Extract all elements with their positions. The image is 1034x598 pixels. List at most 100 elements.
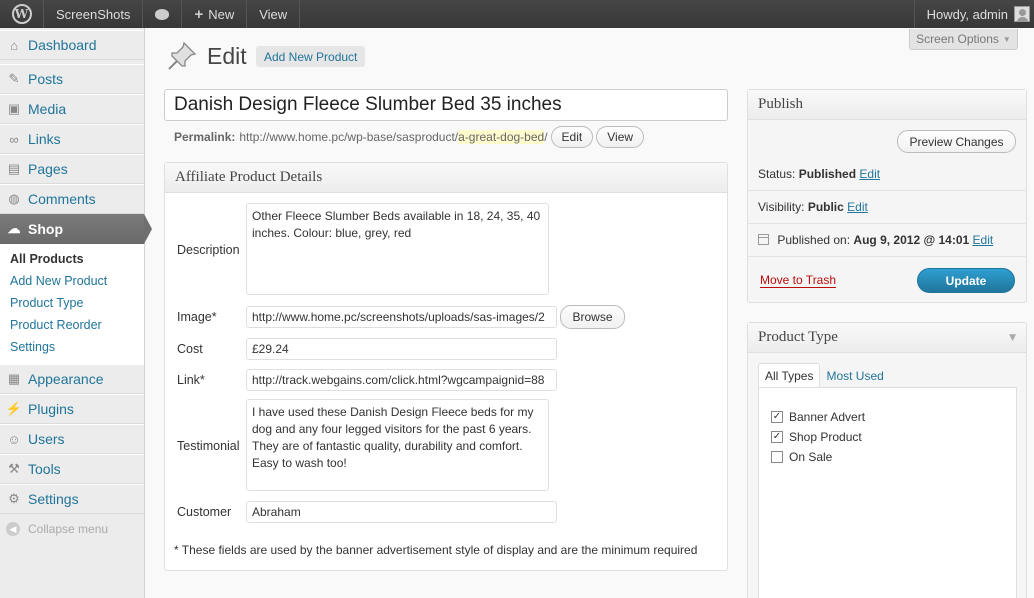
submenu-product-type[interactable]: Product Type: [0, 292, 144, 314]
permalink-end: /: [544, 130, 548, 144]
visibility-value: Public: [807, 200, 844, 214]
image-label: Image*: [177, 310, 217, 324]
collapse-label: Collapse menu: [28, 522, 109, 536]
plus-icon: +: [194, 5, 204, 23]
view-link[interactable]: View: [247, 0, 301, 28]
customer-input[interactable]: Abraham: [246, 501, 557, 523]
collapse-menu-button[interactable]: ◀ Collapse menu: [0, 514, 144, 544]
menu-label: Media: [28, 101, 67, 117]
shop-submenu: All Products Add New Product Product Typ…: [0, 244, 144, 364]
view-post-button[interactable]: View: [596, 126, 645, 148]
menu-dashboard[interactable]: ⌂ Dashboard: [0, 30, 144, 60]
plugin-icon: ⚡: [5, 401, 23, 416]
add-new-product-button[interactable]: Add New Product: [256, 46, 366, 67]
menu-plugins[interactable]: ⚡ Plugins: [0, 394, 144, 424]
submenu-add-new-product[interactable]: Add New Product: [0, 270, 144, 292]
edit-permalink-button[interactable]: Edit: [550, 126, 594, 148]
screen-options-label: Screen Options: [916, 32, 999, 46]
checkbox-on-sale[interactable]: [771, 451, 783, 463]
publish-box: Publish Preview Changes Status: Publishe…: [747, 89, 1027, 303]
menu-appearance[interactable]: ▦ Appearance: [0, 364, 144, 394]
status-value: Published: [798, 167, 857, 181]
site-name-link[interactable]: ScreenShots: [44, 0, 144, 28]
menu-settings[interactable]: ⚙ Settings: [0, 484, 144, 514]
users-icon: ☺: [7, 431, 21, 447]
link-label: Link*: [177, 373, 205, 387]
browse-button[interactable]: Browse: [560, 305, 625, 329]
menu-label: Settings: [28, 491, 79, 507]
new-label: New: [208, 6, 235, 22]
cost-input[interactable]: £29.24: [246, 338, 557, 360]
new-content-menu[interactable]: + New: [182, 0, 248, 28]
edit-visibility-link[interactable]: Edit: [847, 200, 868, 214]
testimonial-textarea[interactable]: I have used these Danish Design Fleece b…: [246, 399, 549, 491]
tab-all-types[interactable]: All Types: [758, 363, 821, 388]
divider: [748, 256, 1026, 257]
menu-tools[interactable]: ⚒ Tools: [0, 454, 144, 484]
avatar: [1014, 6, 1030, 22]
menu-label: Plugins: [28, 401, 74, 417]
menu-posts[interactable]: ✎ Posts: [0, 64, 144, 94]
menu-label: Pages: [28, 161, 68, 177]
edit-status-link[interactable]: Edit: [859, 167, 880, 181]
affiliate-details-box: Affiliate Product Details Description Ot…: [164, 162, 728, 571]
submenu-all-products[interactable]: All Products: [0, 248, 144, 270]
cost-label: Cost: [177, 342, 203, 356]
post-title-input[interactable]: Danish Design Fleece Slumber Bed 35 inch…: [164, 89, 728, 121]
menu-label: Dashboard: [28, 37, 97, 53]
collapse-arrow-icon: ◀: [6, 522, 20, 536]
update-button[interactable]: Update: [917, 268, 1015, 293]
submenu-product-reorder[interactable]: Product Reorder: [0, 314, 144, 336]
status-row: Status: Published Edit: [758, 167, 880, 181]
menu-label: Users: [28, 431, 65, 447]
menu-pages[interactable]: ▤ Pages: [0, 154, 144, 184]
move-to-trash-link[interactable]: Move to Trash: [760, 273, 837, 288]
product-type-panel: ✓ Banner Advert ✓ Shop Product On Sale: [758, 387, 1017, 598]
comment-bubble-icon: [155, 8, 170, 20]
product-type-tabs: All Types Most Used: [758, 363, 890, 388]
menu-comments[interactable]: ◍ Comments: [0, 184, 144, 214]
media-icon: ▣: [7, 101, 21, 116]
menu-label: Links: [28, 131, 61, 147]
menu-links[interactable]: ∞ Links: [0, 124, 144, 154]
option-banner-advert[interactable]: ✓ Banner Advert: [771, 410, 865, 424]
product-type-box: Product Type ▼ All Types Most Used ✓ Ban…: [747, 322, 1027, 598]
published-date: Aug 9, 2012 @ 14:01: [853, 233, 970, 247]
comments-menu[interactable]: [143, 0, 183, 28]
dropdown-arrow-icon: ▼: [1002, 34, 1011, 44]
option-label: Banner Advert: [789, 410, 866, 424]
product-type-header[interactable]: Product Type ▼: [748, 323, 1026, 353]
option-shop-product[interactable]: ✓ Shop Product: [771, 430, 862, 444]
preview-changes-button[interactable]: Preview Changes: [897, 130, 1016, 153]
calendar-icon: [758, 234, 769, 245]
menu-users[interactable]: ☺ Users: [0, 424, 144, 454]
menu-shop[interactable]: ☁ Shop: [0, 214, 152, 244]
link-input[interactable]: http://track.webgains.com/click.html?wgc…: [246, 369, 557, 391]
checkbox-banner-advert[interactable]: ✓: [771, 411, 783, 423]
image-url-input[interactable]: http://www.home.pc/screenshots/uploads/s…: [246, 306, 557, 328]
option-label: On Sale: [789, 450, 833, 464]
screen-options-button[interactable]: Screen Options ▼: [909, 29, 1018, 50]
menu-label: Tools: [28, 461, 61, 477]
tab-most-used[interactable]: Most Used: [820, 363, 889, 388]
affiliate-box-title: Affiliate Product Details: [165, 163, 727, 193]
divider: [748, 190, 1026, 191]
edit-date-link[interactable]: Edit: [973, 233, 994, 247]
permalink-slug[interactable]: a-great-dog-bed: [458, 130, 545, 144]
menu-label: Comments: [28, 191, 96, 207]
permalink-label: Permalink:: [174, 130, 236, 144]
menu-media[interactable]: ▣ Media: [0, 94, 144, 124]
visibility-label: Visibility:: [758, 200, 805, 214]
wordpress-logo-menu[interactable]: W: [0, 0, 44, 28]
status-label: Status:: [758, 167, 796, 181]
description-textarea[interactable]: Other Fleece Slumber Beds available in 1…: [246, 203, 549, 295]
customer-label: Customer: [177, 505, 232, 519]
checkbox-shop-product[interactable]: ✓: [771, 431, 783, 443]
option-on-sale[interactable]: On Sale: [771, 450, 832, 464]
submenu-settings[interactable]: Settings: [0, 336, 144, 358]
settings-icon: ⚙: [8, 491, 20, 506]
required-fields-note: * These fields are used by the banner ad…: [174, 543, 698, 557]
toggle-arrow-icon[interactable]: ▼: [1009, 333, 1016, 343]
tools-icon: ⚒: [8, 461, 20, 476]
my-account-menu[interactable]: Howdy, admin: [913, 0, 1034, 28]
